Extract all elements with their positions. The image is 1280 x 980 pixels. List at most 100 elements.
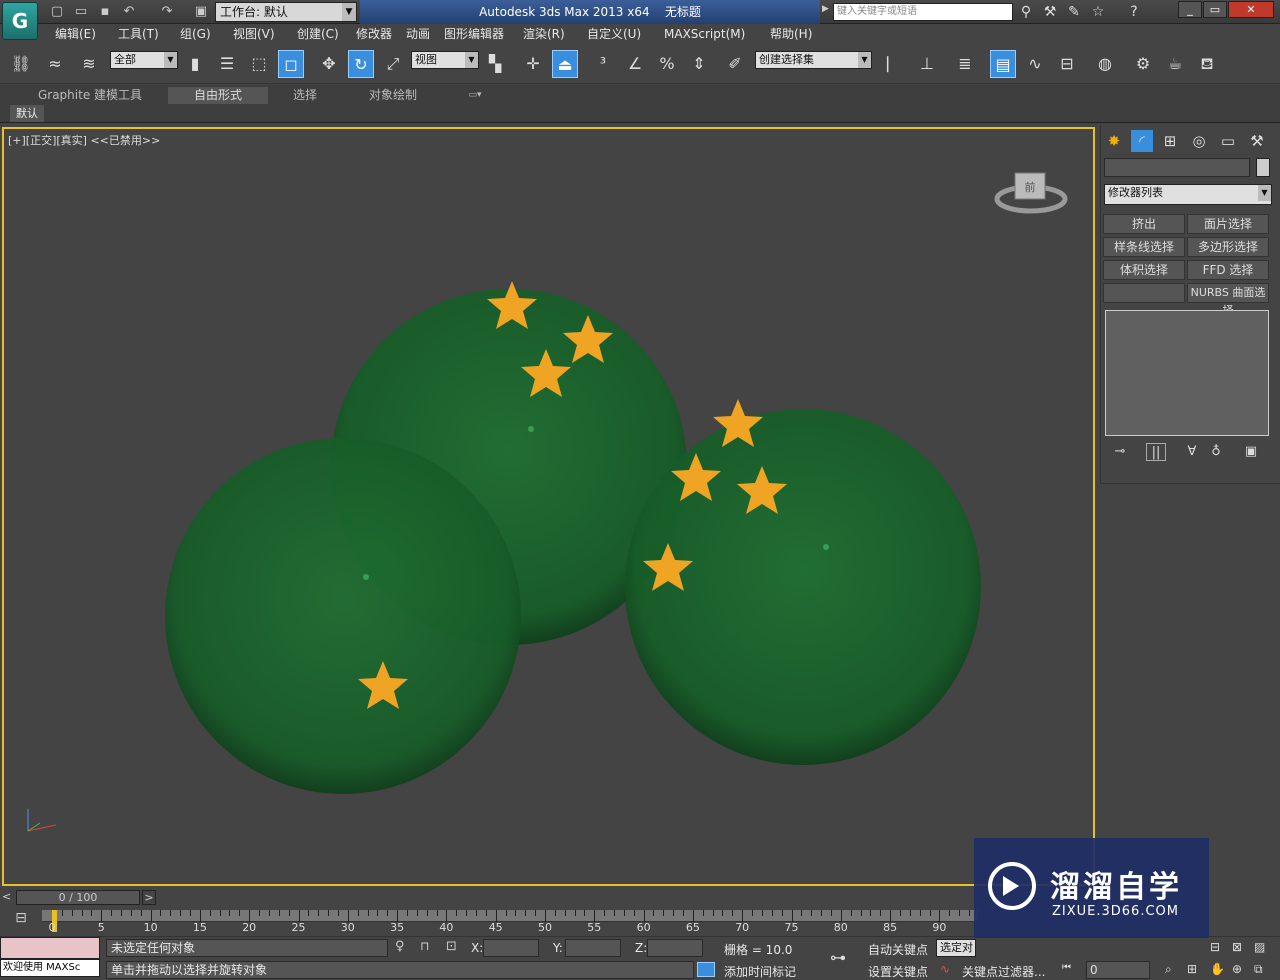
- select-by-name-icon[interactable]: ☰: [214, 50, 240, 78]
- binoculars-icon[interactable]: ⚲: [1016, 3, 1036, 21]
- open-file-icon[interactable]: ▭: [72, 4, 90, 20]
- menu-graph-editors[interactable]: 图形编辑器: [444, 26, 504, 43]
- go-to-start-icon[interactable]: ⏮: [1062, 962, 1080, 977]
- align-icon[interactable]: ⊥: [914, 50, 940, 78]
- percent-snap-icon[interactable]: %: [654, 50, 680, 78]
- select-and-move-icon[interactable]: ✥: [316, 50, 342, 78]
- utilities-tab-icon[interactable]: ⚒: [1246, 130, 1268, 152]
- dragon-ball-left[interactable]: [165, 438, 521, 794]
- mirror-icon[interactable]: ⎸: [882, 50, 908, 78]
- lock-selection-icon[interactable]: ⊓: [420, 939, 434, 957]
- tab-object-paint[interactable]: 对象绘制: [360, 87, 426, 104]
- nurbs-surface-select-button[interactable]: NURBS 曲面选择: [1187, 283, 1269, 317]
- chevron-right-icon[interactable]: ▶: [822, 4, 832, 20]
- current-frame-field[interactable]: 0: [1086, 961, 1150, 979]
- unlink-icon[interactable]: ≈: [42, 50, 68, 78]
- motion-tab-icon[interactable]: ◎: [1188, 130, 1210, 152]
- empty-modifier-button[interactable]: [1103, 283, 1185, 303]
- select-object-icon[interactable]: ▮: [182, 50, 208, 78]
- key-icon[interactable]: ⊶: [830, 948, 854, 967]
- render-production-icon[interactable]: ⛾: [1194, 50, 1220, 78]
- maximize-button[interactable]: ▭: [1203, 1, 1227, 18]
- modify-tab-icon[interactable]: ◜: [1131, 130, 1153, 152]
- maxscript-listener-pink[interactable]: [0, 937, 100, 959]
- menu-modifiers[interactable]: 修改器: [356, 26, 392, 43]
- selection-filter-dropdown[interactable]: 全部 ▼: [110, 51, 178, 69]
- menu-animation[interactable]: 动画: [406, 26, 430, 43]
- rectangular-selection-icon[interactable]: ⬚: [246, 50, 272, 78]
- spline-select-button[interactable]: 样条线选择: [1103, 237, 1185, 257]
- tab-freeform[interactable]: 自由形式: [168, 87, 268, 104]
- mini-curve-editor-icon[interactable]: ⊟: [10, 910, 32, 932]
- isolate-selection-icon[interactable]: ♀: [395, 939, 409, 957]
- select-and-rotate-icon[interactable]: ↻: [348, 50, 374, 78]
- field-of-view-icon[interactable]: ▨: [1254, 940, 1270, 955]
- perspective-viewport[interactable]: [+][正交][真实] <<已禁用>> 前: [2, 127, 1095, 886]
- zoom-icon[interactable]: ⌕: [1165, 962, 1181, 977]
- y-coordinate-field[interactable]: [565, 939, 621, 957]
- key-filters-icon[interactable]: ∿: [940, 962, 956, 977]
- auto-key-button[interactable]: 自动关键点: [868, 941, 928, 958]
- redo-icon[interactable]: ↷: [158, 4, 176, 20]
- curve-editor-icon[interactable]: ∿: [1022, 50, 1048, 78]
- window-crossing-icon[interactable]: ◻: [278, 50, 304, 78]
- configure-modifier-sets-icon[interactable]: ▣: [1241, 443, 1261, 461]
- layer-manager-icon[interactable]: ≣: [952, 50, 978, 78]
- keyboard-shortcut-override-icon[interactable]: ⏏: [552, 50, 578, 78]
- absolute-mode-icon[interactable]: ⊡: [446, 939, 464, 957]
- graphite-toggle-icon[interactable]: ▤: [990, 50, 1016, 78]
- snaps-toggle-icon[interactable]: ³: [590, 50, 616, 78]
- close-button[interactable]: ✕: [1228, 1, 1274, 18]
- minimize-button[interactable]: _: [1178, 1, 1202, 18]
- workspace-dropdown[interactable]: 工作台: 默认 ▼: [215, 2, 357, 22]
- remove-modifier-icon[interactable]: ♁: [1206, 443, 1226, 461]
- object-color-swatch[interactable]: [1256, 158, 1270, 177]
- object-name-field[interactable]: [1104, 158, 1250, 177]
- select-and-link-icon[interactable]: ⛓: [8, 50, 34, 78]
- pin-stack-icon[interactable]: ⊸: [1110, 443, 1130, 461]
- tab-selection[interactable]: 选择: [280, 87, 330, 104]
- create-tab-icon[interactable]: ✸: [1103, 130, 1125, 152]
- previous-frame-icon[interactable]: <: [2, 890, 14, 905]
- bind-space-warp-icon[interactable]: ≋: [76, 50, 102, 78]
- ribbon-options-chevron-icon[interactable]: ▭▾: [462, 87, 488, 104]
- viewcube-icon[interactable]: 前: [993, 159, 1073, 219]
- x-coordinate-field[interactable]: [483, 939, 539, 957]
- add-time-tag-button[interactable]: 添加时间标记: [724, 963, 796, 980]
- menu-tools[interactable]: 工具(T): [118, 26, 159, 43]
- subscription-icon[interactable]: ⚒: [1040, 3, 1060, 21]
- poly-select-button[interactable]: 多边形选择: [1187, 237, 1269, 257]
- help-icon[interactable]: ?: [1124, 3, 1144, 21]
- rendered-frame-icon[interactable]: ☕: [1162, 50, 1188, 78]
- save-file-icon[interactable]: ▪: [96, 4, 114, 20]
- pan-view-icon[interactable]: ✋: [1210, 962, 1226, 977]
- pivot-center-icon[interactable]: ▚: [482, 50, 508, 78]
- favorites-star-icon[interactable]: ☆: [1088, 3, 1108, 21]
- next-frame-icon[interactable]: >: [142, 890, 156, 905]
- schematic-view-icon[interactable]: ⊟: [1054, 50, 1080, 78]
- key-mode-dropdown[interactable]: 选定对象: [936, 939, 976, 957]
- edit-named-selection-icon[interactable]: ✐: [722, 50, 748, 78]
- search-input[interactable]: 键入关键字或短语: [833, 3, 1013, 21]
- time-slider[interactable]: 0 / 100: [16, 890, 140, 905]
- set-key-button[interactable]: 设置关键点: [868, 963, 928, 980]
- hierarchy-tab-icon[interactable]: ⊞: [1159, 130, 1181, 152]
- menu-customize[interactable]: 自定义(U): [587, 26, 641, 43]
- select-and-manipulate-icon[interactable]: ✛: [520, 50, 546, 78]
- key-filters-button[interactable]: 关键点过滤器...: [962, 963, 1045, 980]
- menu-edit[interactable]: 编辑(E): [55, 26, 96, 43]
- show-end-result-icon[interactable]: ||: [1146, 443, 1166, 461]
- display-tab-icon[interactable]: ▭: [1217, 130, 1239, 152]
- maximize-viewport-icon[interactable]: ⧉: [1254, 962, 1270, 977]
- menu-create[interactable]: 创建(C): [297, 26, 339, 43]
- menu-group[interactable]: 组(G): [180, 26, 211, 43]
- new-file-icon[interactable]: ▢: [48, 4, 66, 20]
- tab-graphite-modeling[interactable]: Graphite 建模工具: [30, 87, 150, 104]
- select-and-scale-icon[interactable]: ⤢: [380, 50, 406, 78]
- project-folder-icon[interactable]: ▣: [192, 4, 210, 20]
- app-logo-button[interactable]: G: [2, 2, 38, 40]
- menu-view[interactable]: 视图(V): [233, 26, 275, 43]
- ffd-select-button[interactable]: FFD 选择: [1187, 260, 1269, 280]
- z-coordinate-field[interactable]: [647, 939, 703, 957]
- extrude-button[interactable]: 挤出: [1103, 214, 1185, 234]
